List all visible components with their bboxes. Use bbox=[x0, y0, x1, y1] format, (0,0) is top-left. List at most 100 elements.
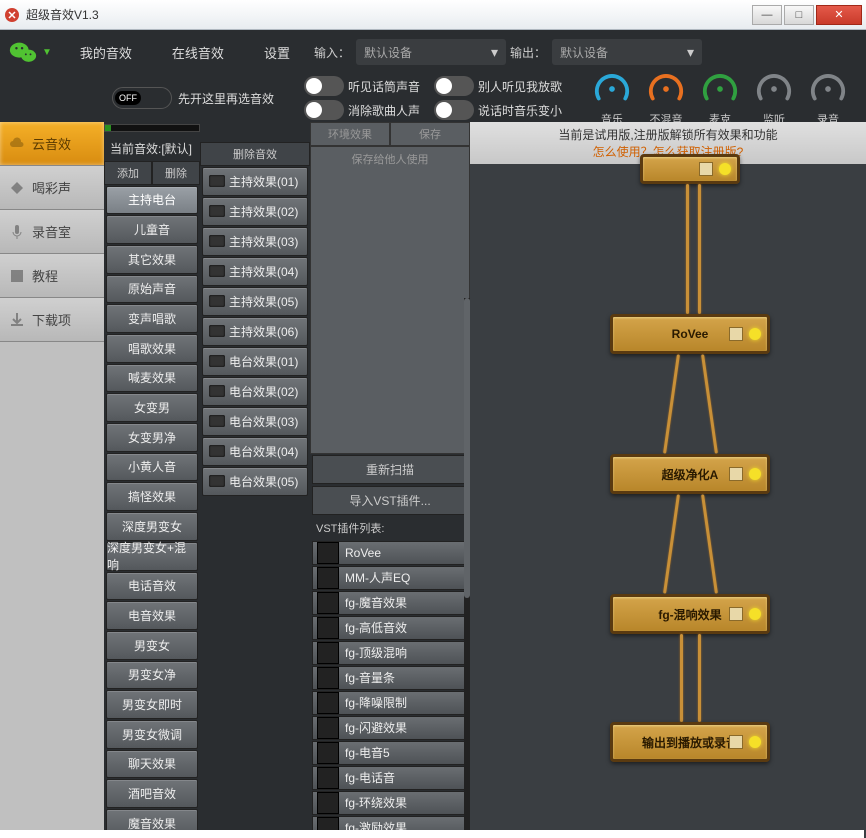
toggle-others-hear[interactable]: 别人听见我放歌 bbox=[434, 76, 562, 96]
tab-my-effects[interactable]: 我的音效 bbox=[60, 30, 152, 74]
add-button[interactable]: 添加 bbox=[104, 161, 152, 185]
node-output[interactable]: 输出到播放或录音 bbox=[610, 722, 770, 762]
vst-item[interactable]: fg-环绕效果 bbox=[312, 791, 468, 815]
input-label: 输入： bbox=[314, 44, 350, 61]
node-purify[interactable]: 超级净化A bbox=[610, 454, 770, 494]
category-item[interactable]: 唱歌效果 bbox=[106, 334, 198, 363]
rescan-button[interactable]: 重新扫描 bbox=[312, 455, 468, 484]
dial-4[interactable]: 录音 bbox=[808, 70, 848, 127]
vst-item[interactable]: fg-电音5 bbox=[312, 741, 468, 765]
category-item[interactable]: 女变男净 bbox=[106, 423, 198, 452]
vst-icon bbox=[317, 567, 339, 589]
preset-item[interactable]: 主持效果(05) bbox=[202, 287, 308, 316]
maximize-button[interactable]: □ bbox=[784, 5, 814, 25]
vst-icon bbox=[317, 792, 339, 814]
progress-bar bbox=[104, 124, 200, 132]
category-item[interactable]: 电音效果 bbox=[106, 601, 198, 630]
category-item[interactable]: 深度男变女 bbox=[106, 512, 198, 541]
preset-item[interactable]: 电台效果(03) bbox=[202, 407, 308, 436]
toggle-ducking[interactable]: 说话时音乐变小 bbox=[434, 100, 562, 120]
preset-item[interactable]: 电台效果(01) bbox=[202, 347, 308, 376]
sidebar-cheer[interactable]: 喝彩声 bbox=[0, 166, 104, 210]
sidebar-studio[interactable]: 录音室 bbox=[0, 210, 104, 254]
category-item[interactable]: 男变女 bbox=[106, 631, 198, 660]
vst-item[interactable]: RoVee bbox=[312, 541, 468, 565]
delete-effect-button[interactable]: 删除音效 bbox=[200, 142, 310, 166]
node-reverb[interactable]: fg-混响效果 bbox=[610, 594, 770, 634]
category-item[interactable]: 酒吧音效 bbox=[106, 779, 198, 808]
import-vst-button[interactable]: 导入VST插件... bbox=[312, 486, 468, 515]
preset-icon bbox=[209, 415, 225, 427]
env-effect-button[interactable]: 环境效果 bbox=[310, 122, 390, 146]
vst-item[interactable]: fg-顶级混响 bbox=[312, 641, 468, 665]
category-item[interactable]: 女变男 bbox=[106, 393, 198, 422]
output-label: 输出： bbox=[510, 44, 546, 61]
vst-item[interactable]: fg-电话音 bbox=[312, 766, 468, 790]
node-input[interactable] bbox=[640, 154, 740, 184]
category-item[interactable]: 小黄人音 bbox=[106, 453, 198, 482]
sidebar-tutorial[interactable]: 教程 bbox=[0, 254, 104, 298]
category-item[interactable]: 其它效果 bbox=[106, 245, 198, 274]
delete-button[interactable]: 删除 bbox=[152, 161, 200, 185]
save-for-others-button[interactable]: 保存给他人使用 bbox=[310, 146, 470, 454]
preset-item[interactable]: 主持效果(03) bbox=[202, 227, 308, 256]
node-rovee[interactable]: RoVee bbox=[610, 314, 770, 354]
category-item[interactable]: 聊天效果 bbox=[106, 750, 198, 779]
sidebar-downloads[interactable]: 下载项 bbox=[0, 298, 104, 342]
wechat-dropdown-icon[interactable]: ▼ bbox=[42, 47, 52, 58]
vst-list-label: VST插件列表: bbox=[310, 516, 470, 540]
vst-item[interactable]: fg-音量条 bbox=[312, 666, 468, 690]
vst-item[interactable]: fg-闪避效果 bbox=[312, 716, 468, 740]
cloud-icon bbox=[8, 135, 26, 153]
preset-item[interactable]: 电台效果(04) bbox=[202, 437, 308, 466]
sidebar-cloud-effects[interactable]: 云音效 bbox=[0, 122, 104, 166]
preset-icon bbox=[209, 265, 225, 277]
dial-3[interactable]: 监听 bbox=[754, 70, 794, 127]
sliders-icon[interactable] bbox=[729, 327, 743, 341]
vst-item[interactable]: fg-魔音效果 bbox=[312, 591, 468, 615]
preset-item[interactable]: 电台效果(02) bbox=[202, 377, 308, 406]
dial-0[interactable]: 音乐 bbox=[592, 70, 632, 127]
output-select[interactable]: 默认设备 bbox=[552, 39, 702, 65]
effect-chain-canvas[interactable]: 当前是试用版,注册版解锁所有效果和功能 怎么使用？怎么获取注册版? RoVee … bbox=[470, 122, 866, 838]
dial-2[interactable]: 麦克 bbox=[700, 70, 740, 127]
toggle-hear-mic[interactable]: 听见话筒声音 bbox=[304, 76, 420, 96]
vst-item[interactable]: fg-降噪限制 bbox=[312, 691, 468, 715]
category-item[interactable]: 男变女净 bbox=[106, 661, 198, 690]
master-toggle[interactable]: OFF bbox=[112, 87, 172, 109]
sliders-icon[interactable] bbox=[729, 467, 743, 481]
category-item[interactable]: 搞怪效果 bbox=[106, 482, 198, 511]
tab-online-effects[interactable]: 在线音效 bbox=[152, 30, 244, 74]
sliders-icon[interactable] bbox=[729, 607, 743, 621]
vst-icon bbox=[317, 742, 339, 764]
category-item[interactable]: 电话音效 bbox=[106, 572, 198, 601]
app-icon bbox=[4, 7, 20, 23]
minimize-button[interactable]: — bbox=[752, 5, 782, 25]
sliders-icon[interactable] bbox=[699, 162, 713, 176]
master-hint: 先开这里再选音效 bbox=[178, 90, 274, 107]
category-item[interactable]: 喊麦效果 bbox=[106, 364, 198, 393]
category-item[interactable]: 原始声音 bbox=[106, 275, 198, 304]
dial-1[interactable]: 不混音 bbox=[646, 70, 686, 127]
category-item[interactable]: 男变女微调 bbox=[106, 720, 198, 749]
toggle-remove-vocal[interactable]: 消除歌曲人声 bbox=[304, 100, 420, 120]
sliders-icon[interactable] bbox=[729, 735, 743, 749]
preset-item[interactable]: 主持效果(06) bbox=[202, 317, 308, 346]
save-button[interactable]: 保存 bbox=[390, 122, 470, 146]
input-select[interactable]: 默认设备 bbox=[356, 39, 506, 65]
preset-item[interactable]: 电台效果(05) bbox=[202, 467, 308, 496]
category-item[interactable]: 深度男变女+混响 bbox=[106, 542, 198, 571]
category-item[interactable]: 变声唱歌 bbox=[106, 304, 198, 333]
tab-settings[interactable]: 设置 bbox=[244, 30, 310, 74]
close-button[interactable]: ✕ bbox=[816, 5, 862, 25]
preset-item[interactable]: 主持效果(01) bbox=[202, 167, 308, 196]
category-item[interactable]: 儿童音 bbox=[106, 215, 198, 244]
vst-item[interactable]: fg-高低音效 bbox=[312, 616, 468, 640]
preset-item[interactable]: 主持效果(04) bbox=[202, 257, 308, 286]
preset-item[interactable]: 主持效果(02) bbox=[202, 197, 308, 226]
vst-item[interactable]: MM-人声EQ bbox=[312, 566, 468, 590]
category-item[interactable]: 主持电台 bbox=[106, 186, 198, 215]
wechat-icon[interactable] bbox=[8, 37, 38, 67]
effect-category-panel: 当前音效:[默认] 添加 删除 主持电台儿童音其它效果原始声音变声唱歌唱歌效果喊… bbox=[104, 122, 200, 838]
category-item[interactable]: 男变女即时 bbox=[106, 690, 198, 719]
